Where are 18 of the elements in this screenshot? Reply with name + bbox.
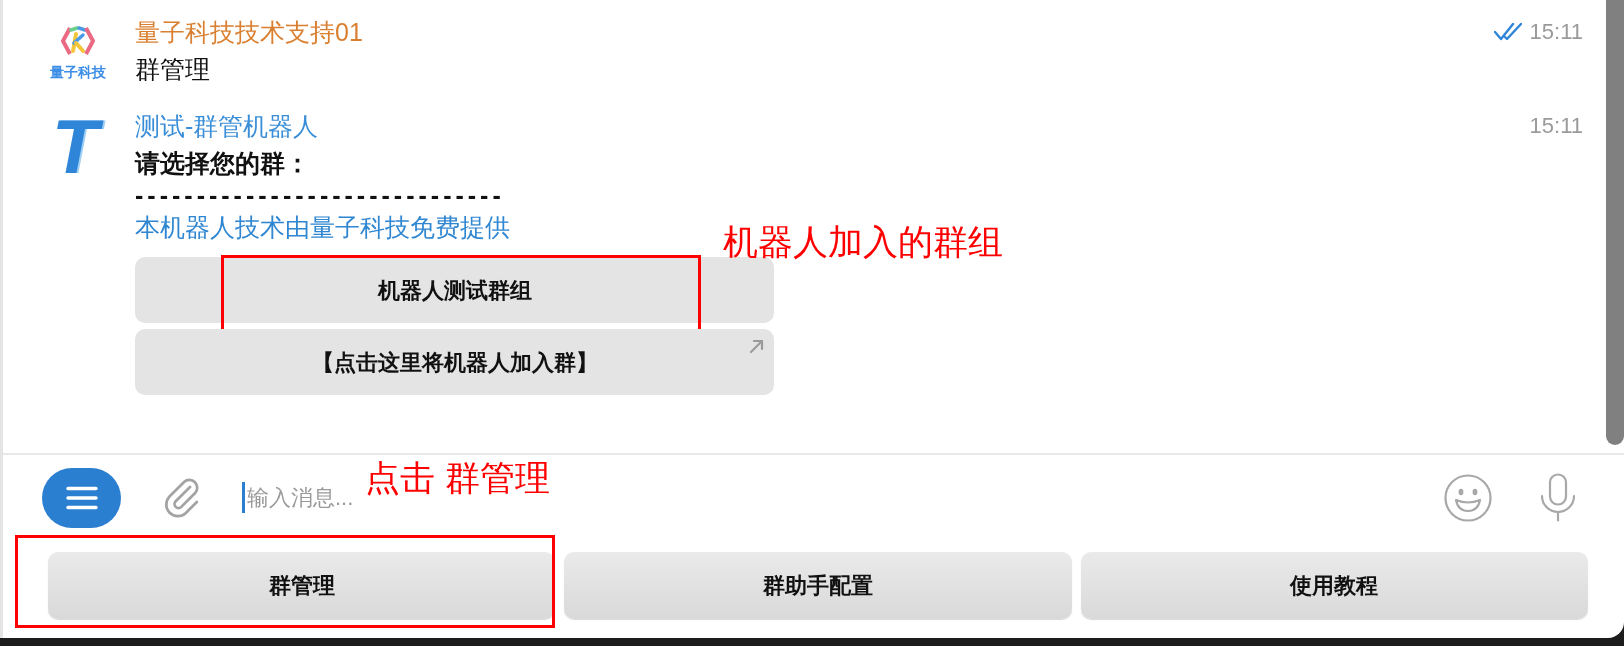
scrollbar-thumb[interactable] <box>1606 0 1624 445</box>
microphone-icon[interactable] <box>1540 473 1576 522</box>
menu-icon <box>65 485 98 510</box>
annotation-text: 点击 群管理 <box>365 456 550 499</box>
message-text: 群管理 <box>135 54 210 85</box>
avatar-letter: T <box>48 109 108 185</box>
message-time: 15:11 <box>1529 112 1583 140</box>
logo-icon <box>60 26 96 56</box>
promo-link[interactable]: 本机器人技术由量子科技免费提供 <box>135 211 510 243</box>
dashed-rule-text: ------------------------------ <box>135 180 505 211</box>
text-cursor-icon <box>242 482 245 513</box>
keyboard-button[interactable]: 群助手配置 <box>564 552 1072 619</box>
inline-button[interactable]: 【点击这里将机器人加入群】 <box>135 329 774 395</box>
logo-caption: 量子科技 <box>50 64 106 80</box>
emoji-icon[interactable] <box>1444 473 1492 522</box>
message-time: 15:11 <box>1529 18 1583 46</box>
keyboard-button[interactable]: 使用教程 <box>1080 552 1588 619</box>
message-text: 请选择您的群： <box>135 148 310 179</box>
